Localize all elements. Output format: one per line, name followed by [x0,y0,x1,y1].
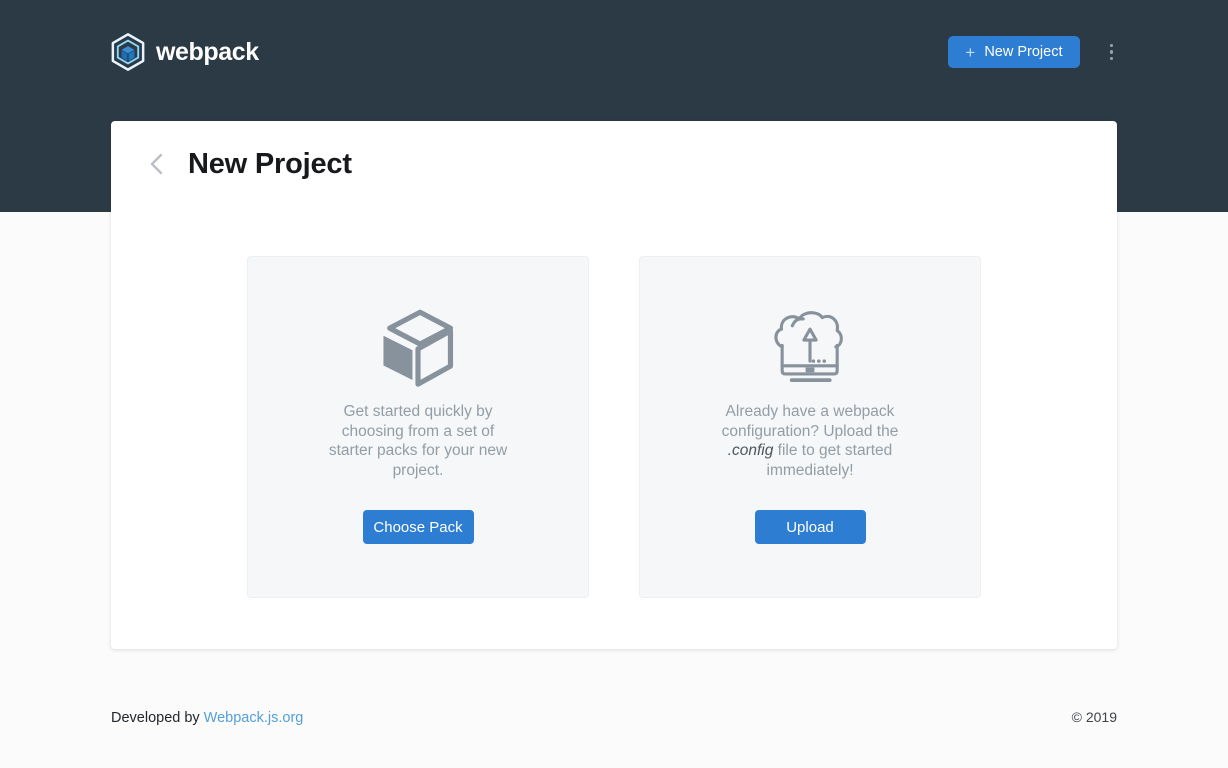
config-word: .config [728,442,774,459]
copyright: © 2019 [1072,709,1117,725]
developed-by: Developed byWebpack.js.org [111,710,303,726]
upload-button[interactable]: Upload [755,510,866,544]
top-bar: webpack + New Project [111,0,1117,104]
new-project-button-label: New Project [984,44,1062,60]
starter-pack-panel: Get started quickly by choosing from a s… [247,256,589,598]
brand[interactable]: webpack [111,32,259,72]
choose-pack-button[interactable]: Choose Pack [363,510,474,544]
cloud-upload-icon [774,309,846,385]
kebab-menu-icon[interactable] [1106,39,1118,66]
new-project-button[interactable]: + New Project [948,36,1079,68]
option-panels: Get started quickly by choosing from a s… [111,256,1117,598]
page-title: New Project [188,147,352,181]
card-header: New Project [111,121,1117,181]
upload-config-panel: Already have a webpack configuration? Up… [639,256,981,598]
starter-description: Get started quickly by choosing from a s… [329,402,507,480]
top-actions: + New Project [948,36,1117,68]
cube-icon [380,309,456,385]
webpack-org-link[interactable]: Webpack.js.org [204,710,304,726]
back-chevron-icon[interactable] [148,149,165,179]
upload-description: Already have a webpack configuration? Up… [722,402,899,480]
footer: Developed byWebpack.js.org © 2019 [111,709,1117,726]
plus-icon: + [965,44,975,61]
brand-wordmark: webpack [156,38,259,67]
webpack-logo-icon [111,32,145,72]
new-project-card: New Project Get started quickly by choos… [111,121,1117,649]
